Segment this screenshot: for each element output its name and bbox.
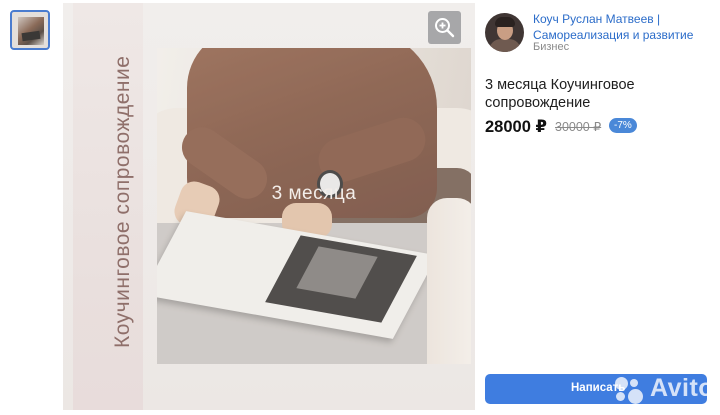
listing-price: 28000 ₽ — [485, 118, 547, 136]
avito-logo-dots — [613, 376, 649, 404]
image-photo: 3 месяца — [157, 48, 471, 364]
seller-name-link[interactable]: Коуч Руслан Матвеев | Самореализация и р… — [533, 11, 713, 43]
zoom-button[interactable] — [428, 11, 461, 44]
discount-badge: -7% — [609, 118, 637, 133]
image-caption: 3 месяца — [271, 183, 357, 204]
avito-watermark-text: Avito — [650, 374, 715, 402]
listing-title: 3 месяца Коучинговое сопровождение — [485, 77, 635, 111]
seller-category: Бизнес — [533, 41, 570, 53]
seller-avatar[interactable] — [485, 13, 524, 52]
gallery-thumbnail[interactable] — [10, 10, 50, 50]
zoom-in-icon — [435, 18, 455, 38]
listing-old-price: 30000 ₽ — [555, 120, 602, 134]
image-vertical-title: Коучинговое сопровождение — [111, 55, 134, 348]
